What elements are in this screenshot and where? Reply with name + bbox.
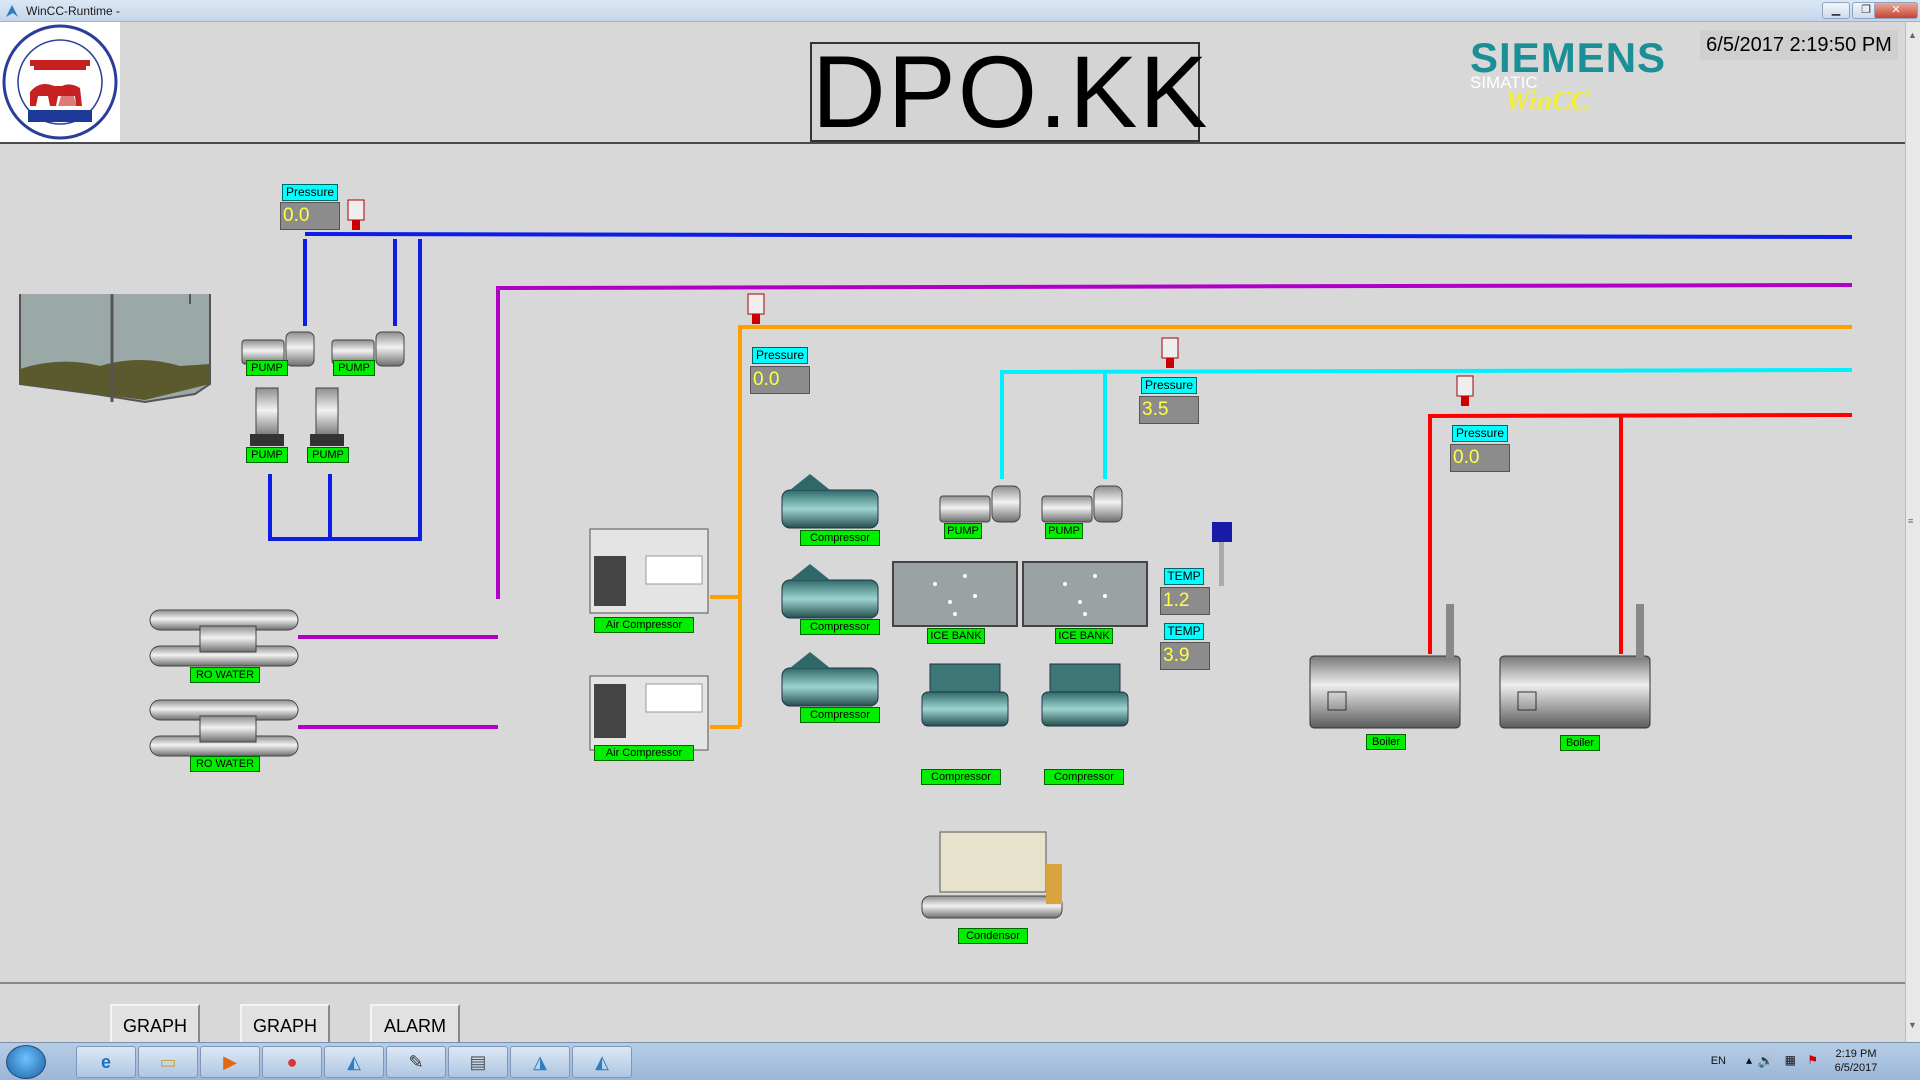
ro-water-unit-icon [149, 609, 299, 667]
window-title: WinCC-Runtime - [26, 4, 121, 18]
air-compressor-label: Air Compressor [594, 745, 694, 761]
taskbar: e ▭ ▶ ● ◭ ✎ ▤ ◮ ◭ EN ▴ 🔊 ▦ ⚑ 2:19 PM 6/5… [0, 1042, 1920, 1080]
clock-date[interactable]: 6/5/2017 [1826, 1062, 1886, 1074]
wincc-runtime-active-icon[interactable]: ◭ [572, 1046, 632, 1078]
window-titlebar: WinCC-Runtime - ▁ ❐ ✕ [0, 0, 1920, 22]
wincc-explorer-icon[interactable]: ◭ [324, 1046, 384, 1078]
pump-icon [1041, 485, 1123, 523]
compressor-label: Compressor [800, 530, 880, 546]
ice-bank-label: ICE BANK [1055, 628, 1113, 644]
compressor-label: Compressor [800, 707, 880, 723]
media-player-icon[interactable]: ▶ [200, 1046, 260, 1078]
temp-value: 3.9 [1160, 642, 1210, 670]
boiler-icon [1309, 604, 1461, 729]
pressure-label: Pressure [752, 347, 808, 364]
alarm-button[interactable]: ALARM [370, 1004, 460, 1044]
vertical-scrollbar[interactable]: ▲ ≡ ▼ [1905, 22, 1920, 1042]
dairy-seal-icon [2, 24, 118, 140]
ice-bank-label: ICE BANK [927, 628, 985, 644]
air-compressor-icon [589, 528, 709, 614]
action-center-icon[interactable]: ⚑ [1807, 1053, 1818, 1067]
air-compressor-icon [589, 675, 709, 751]
pressure-sensor-icon [1161, 337, 1179, 368]
condensor-icon [921, 831, 1063, 919]
pump-label: PUMP [307, 447, 349, 463]
compressor-icon [1041, 663, 1129, 727]
cooling-pipe [1000, 368, 1853, 479]
boiler-icon [1499, 604, 1651, 729]
pressure-label: Pressure [1141, 377, 1197, 394]
document-icon[interactable]: ▤ [448, 1046, 508, 1078]
ro-water-label: RO WATER [190, 756, 260, 772]
pump-label: PUMP [246, 447, 288, 463]
condensor-label: Condensor [958, 928, 1028, 944]
footer-divider [0, 982, 1905, 984]
scroll-down-icon[interactable]: ▼ [1908, 1020, 1917, 1030]
ice-bank-icon [1022, 561, 1148, 627]
boiler-label: Boiler [1560, 735, 1600, 751]
wincc-runtime-icon[interactable]: ◮ [510, 1046, 570, 1078]
start-button[interactable] [6, 1045, 46, 1079]
air-compressor-label: Air Compressor [594, 617, 694, 633]
page-title: DPO.KK [810, 35, 1210, 149]
compressor-label: Compressor [1044, 769, 1124, 785]
pump-label: PUMP [333, 360, 375, 376]
scroll-grip-icon[interactable]: ≡ [1908, 516, 1913, 526]
pressure-sensor-icon [1456, 375, 1474, 406]
graph-button-2[interactable]: GRAPH [240, 1004, 330, 1044]
pump-label: PUMP [246, 360, 288, 376]
ro-water-label: RO WATER [190, 667, 260, 683]
pressure-sensor-icon [747, 293, 765, 324]
close-button[interactable]: ✕ [1874, 2, 1918, 19]
pressure-value: 0.0 [750, 366, 810, 394]
pressure-value: 0.0 [1450, 444, 1510, 472]
ro-water-unit-icon [149, 699, 299, 757]
pump-icon [250, 387, 284, 446]
temp-value: 1.2 [1160, 587, 1210, 615]
temperature-sensor-icon [1212, 522, 1232, 586]
pump-icon [939, 485, 1021, 523]
network-icon[interactable]: ▦ [1785, 1053, 1796, 1067]
compressor-icon [781, 652, 879, 707]
water-pipe [268, 232, 1853, 541]
pump-icon [310, 387, 344, 446]
pressure-label: Pressure [1452, 425, 1508, 442]
ice-bank-icon [892, 561, 1018, 627]
minimize-button[interactable]: ▁ [1822, 2, 1850, 19]
compressor-icon [921, 663, 1009, 727]
wincc-app-icon [6, 5, 18, 17]
volume-icon[interactable]: 🔊 [1758, 1053, 1774, 1069]
file-explorer-icon[interactable]: ▭ [138, 1046, 198, 1078]
language-indicator[interactable]: EN [1711, 1055, 1726, 1067]
pump-label: PUMP [1045, 523, 1083, 539]
internet-explorer-icon[interactable]: e [76, 1046, 136, 1078]
company-logo [0, 22, 120, 142]
clock-time[interactable]: 2:19 PM [1826, 1048, 1886, 1060]
graph-button-1[interactable]: GRAPH [110, 1004, 200, 1044]
compressor-label: Compressor [921, 769, 1001, 785]
pressure-value: 0.0 [280, 202, 340, 230]
compressor-label: Compressor [800, 619, 880, 635]
pressure-sensor-icon [347, 199, 365, 230]
temp-label: TEMP [1164, 568, 1204, 585]
pressure-label: Pressure [282, 184, 338, 201]
process-diagram [19, 199, 1853, 919]
boiler-label: Boiler [1366, 734, 1406, 750]
water-tank-icon [19, 294, 211, 404]
scroll-up-icon[interactable]: ▲ [1908, 30, 1917, 40]
wincc-label: WinCC [1505, 86, 1590, 117]
pump-label: PUMP [944, 523, 982, 539]
wincc-tool-icon[interactable]: ✎ [386, 1046, 446, 1078]
chrome-icon[interactable]: ● [262, 1046, 322, 1078]
temp-label: TEMP [1164, 623, 1204, 640]
air-pipe [710, 325, 1852, 729]
pressure-value: 3.5 [1139, 396, 1199, 424]
datetime-display: 6/5/2017 2:19:50 PM [1700, 30, 1898, 60]
compressor-icon [781, 564, 879, 619]
tray-arrow-icon[interactable]: ▴ [1746, 1053, 1752, 1067]
compressor-icon [781, 474, 879, 529]
